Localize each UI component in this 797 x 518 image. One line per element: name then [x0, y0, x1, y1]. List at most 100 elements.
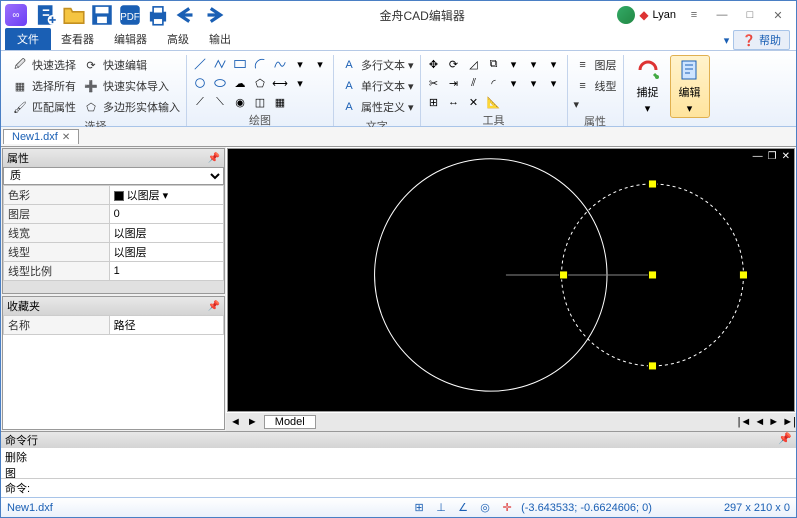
open-button[interactable]	[61, 4, 87, 26]
window-controls: ≡ — □ ✕	[680, 4, 792, 26]
entity-import-button[interactable]: ➕快速实体导入	[80, 76, 182, 96]
new-button[interactable]	[33, 4, 59, 26]
layer-button[interactable]: ≡图层	[572, 55, 619, 75]
viewport-controls[interactable]: —❐✕	[751, 151, 792, 162]
rotate-tool[interactable]: ⟳	[445, 55, 463, 73]
table-row: 图层0	[4, 205, 224, 224]
erase-tool[interactable]: ✕	[465, 93, 483, 111]
explode-tool[interactable]: ▾	[505, 55, 523, 73]
redo-button[interactable]	[201, 4, 227, 26]
trim-tool[interactable]: ✂	[425, 74, 443, 92]
group-draw: ▾ ▾ ☁ ⬠ ⟷ ▾ ⟋ ⟍ ◉ ◫ ▦ 绘图	[187, 55, 334, 126]
panel-title-fav: 收藏夹	[7, 298, 40, 314]
spline-tool[interactable]	[271, 55, 289, 73]
quick-select-button[interactable]: 🖉快速选择	[9, 55, 78, 75]
undo-button[interactable]	[173, 4, 199, 26]
stretch-tool[interactable]: ↔	[445, 93, 463, 111]
extend-tool[interactable]: ⇥	[445, 74, 463, 92]
array-tool[interactable]: ▾	[545, 55, 563, 73]
menu-button[interactable]: ≡	[680, 4, 708, 26]
close-tab-icon[interactable]: ✕	[62, 132, 70, 143]
join-tool[interactable]: ▾	[545, 74, 563, 92]
ray-tool[interactable]: ⟋	[191, 93, 209, 111]
match-props-button[interactable]: 🖌匹配属性	[9, 97, 78, 117]
snap-grid-icon[interactable]: ⊞	[411, 500, 427, 516]
polar-icon[interactable]: ∠	[455, 500, 471, 516]
cloud-tool[interactable]: ☁	[231, 74, 249, 92]
copy-tool[interactable]: ▾	[525, 55, 543, 73]
dim-tool[interactable]: ⟷	[271, 74, 289, 92]
scale-tool[interactable]: ◿	[465, 55, 483, 73]
leader-tool[interactable]: ▾	[291, 74, 309, 92]
ellipse-tool[interactable]	[211, 74, 229, 92]
quick-edit-button[interactable]: ⟳快速编辑	[80, 55, 182, 75]
group-select: 🖉快速选择 ▦选择所有 🖌匹配属性 ⟳快速编辑 ➕快速实体导入 ⬠多边形实体输入…	[5, 55, 187, 126]
minimize-button[interactable]: —	[708, 4, 736, 26]
block-tool[interactable]: ◫	[251, 93, 269, 111]
edit-button[interactable]: 编辑▾	[670, 55, 710, 118]
pdf-button[interactable]: PDF	[117, 4, 143, 26]
table-tool[interactable]: ▦	[271, 93, 289, 111]
multi-text-button[interactable]: A多行文本 ▾	[338, 55, 416, 75]
pin-icon[interactable]: 📌	[778, 432, 792, 448]
capture-button[interactable]: 捕捉▾	[628, 55, 668, 118]
osnap-icon[interactable]: ◎	[477, 500, 493, 516]
offset-tool[interactable]: ⫽	[465, 74, 483, 92]
break-tool[interactable]: ▾	[525, 74, 543, 92]
attr-def-button[interactable]: A属性定义 ▾	[338, 97, 416, 117]
user-area[interactable]: ◆ Lyan	[617, 6, 676, 24]
tab-output[interactable]: 输出	[199, 28, 241, 50]
title-bar: ∞ PDF 金舟CAD编辑器 ◆ Lyan ≡ — □ ✕	[1, 1, 796, 29]
xline-tool[interactable]: ⟍	[211, 93, 229, 111]
select-all-button[interactable]: ▦选择所有	[9, 76, 78, 96]
tab-advanced[interactable]: 高级	[157, 28, 199, 50]
object-filter-combo[interactable]: 质	[3, 167, 224, 185]
group-props: ≡图层 ≡线型 ▾ 属性	[568, 55, 624, 126]
polygon-tool[interactable]: ⬠	[251, 74, 269, 92]
nav-buttons[interactable]: |◄ ◄ ► ►|	[738, 416, 796, 428]
model-tab[interactable]: Model	[264, 415, 316, 429]
single-text-button[interactable]: A单行文本 ▾	[338, 76, 416, 96]
line-tool[interactable]	[191, 55, 209, 73]
tab-viewer[interactable]: 查看器	[51, 28, 104, 50]
polyline-tool[interactable]	[211, 55, 229, 73]
drawing-canvas[interactable]: —❐✕	[227, 148, 795, 412]
doc-tab[interactable]: New1.dxf ✕	[3, 129, 79, 144]
measure-tool[interactable]: 📐	[485, 93, 503, 111]
fillet-tool[interactable]: ◜	[485, 74, 503, 92]
linetype-button[interactable]: ≡线型	[572, 76, 619, 96]
cursor-icon[interactable]: ✛	[499, 500, 515, 516]
save-button[interactable]	[89, 4, 115, 26]
print-button[interactable]	[145, 4, 171, 26]
mirror-tool[interactable]: ⧉	[485, 55, 503, 73]
chamfer-tool[interactable]: ▾	[505, 74, 523, 92]
dropdown-icon[interactable]: ▾	[724, 34, 730, 47]
tab-right-arrow[interactable]: ►	[247, 416, 258, 428]
model-tabs: ◄ ► Model |◄ ◄ ► ►|	[226, 413, 796, 431]
maximize-button[interactable]: □	[736, 4, 764, 26]
pin-icon[interactable]: 📌	[208, 301, 220, 312]
props-more[interactable]: ▾	[572, 97, 619, 112]
donut-tool[interactable]: ◉	[231, 93, 249, 111]
properties-table: 色彩以图层 ▾ 图层0 线宽以图层 线型以图层 线型比例1	[3, 185, 224, 281]
align-tool[interactable]: ⊞	[425, 93, 443, 111]
point-tool[interactable]: ▾	[291, 55, 309, 73]
ortho-icon[interactable]: ⊥	[433, 500, 449, 516]
command-input-row: 命令:	[1, 478, 796, 497]
tab-file[interactable]: 文件	[5, 28, 51, 50]
group-capture-edit: 捕捉▾ 编辑▾	[624, 55, 714, 126]
tab-editor[interactable]: 编辑器	[104, 28, 157, 50]
help-button[interactable]: ❓ 帮助	[733, 30, 790, 50]
hatch-tool[interactable]: ▾	[311, 55, 329, 73]
app-icon: ∞	[5, 4, 27, 26]
circle-tool[interactable]	[191, 74, 209, 92]
rect-tool[interactable]	[231, 55, 249, 73]
move-tool[interactable]: ✥	[425, 55, 443, 73]
poly-import-button[interactable]: ⬠多边形实体输入	[80, 97, 182, 117]
arc-tool[interactable]	[251, 55, 269, 73]
command-input[interactable]	[30, 482, 792, 494]
close-button[interactable]: ✕	[764, 4, 792, 26]
favorites-panel: 收藏夹📌 名称路径	[2, 296, 225, 430]
tab-left-arrow[interactable]: ◄	[230, 416, 241, 428]
pin-icon[interactable]: 📌	[208, 153, 220, 164]
